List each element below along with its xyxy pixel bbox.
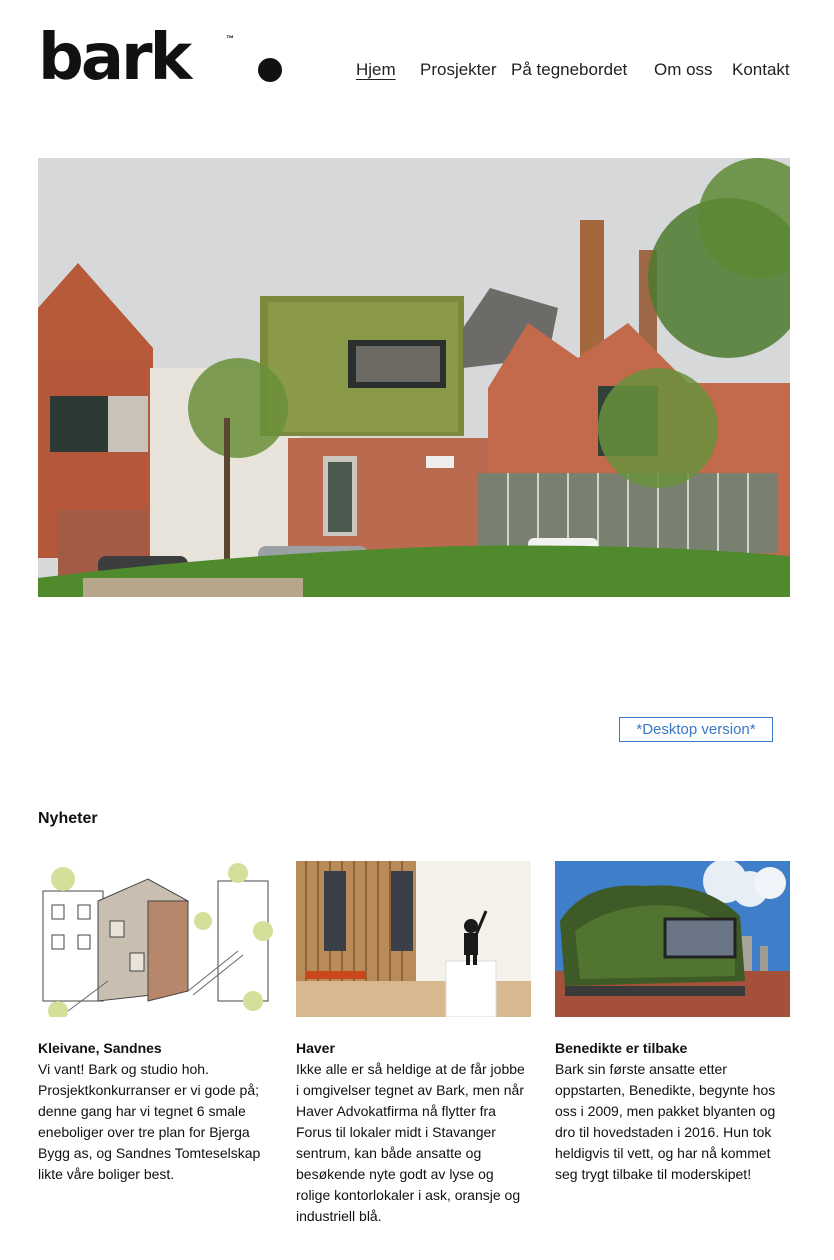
- nav-item-hjem[interactable]: Hjem: [356, 60, 396, 80]
- news-title[interactable]: Haver: [296, 1038, 531, 1059]
- trademark-symbol: ™: [226, 34, 234, 43]
- hero-image: [38, 158, 790, 597]
- nav-item-kontakt[interactable]: Kontakt: [732, 60, 790, 80]
- news-image-housing-sketch[interactable]: [38, 861, 273, 1017]
- nav-item-prosjekter[interactable]: Prosjekter: [420, 60, 497, 80]
- news-card-haver[interactable]: Haver Ikke alle er så heldige at de får …: [296, 861, 531, 1227]
- news-heading: Nyheter: [38, 810, 98, 827]
- news-title[interactable]: Benedikte er tilbake: [555, 1038, 790, 1059]
- news-text: Vi vant! Bark og studio hoh. Prosjektkon…: [38, 1061, 261, 1182]
- news-card-kleivane[interactable]: Kleivane, Sandnes Vi vant! Bark og studi…: [38, 861, 273, 1185]
- news-card-benedikte[interactable]: Benedikte er tilbake Bark sin første ans…: [555, 861, 790, 1185]
- news-text: Ikke alle er så heldige at de får jobbe …: [296, 1061, 525, 1224]
- main-nav: Hjem Prosjekter På tegnebordet Om oss Ko…: [0, 60, 834, 88]
- desktop-version-button[interactable]: *Desktop version*: [619, 717, 773, 742]
- nav-item-om-oss[interactable]: Om oss: [654, 60, 713, 80]
- news-image-office-interior[interactable]: [296, 861, 531, 1017]
- news-title[interactable]: Kleivane, Sandnes: [38, 1038, 273, 1059]
- nav-item-pa-tegnebordet[interactable]: På tegnebordet: [511, 60, 627, 80]
- news-text: Bark sin første ansatte etter oppstarten…: [555, 1061, 776, 1182]
- news-image-green-wall[interactable]: [555, 861, 790, 1017]
